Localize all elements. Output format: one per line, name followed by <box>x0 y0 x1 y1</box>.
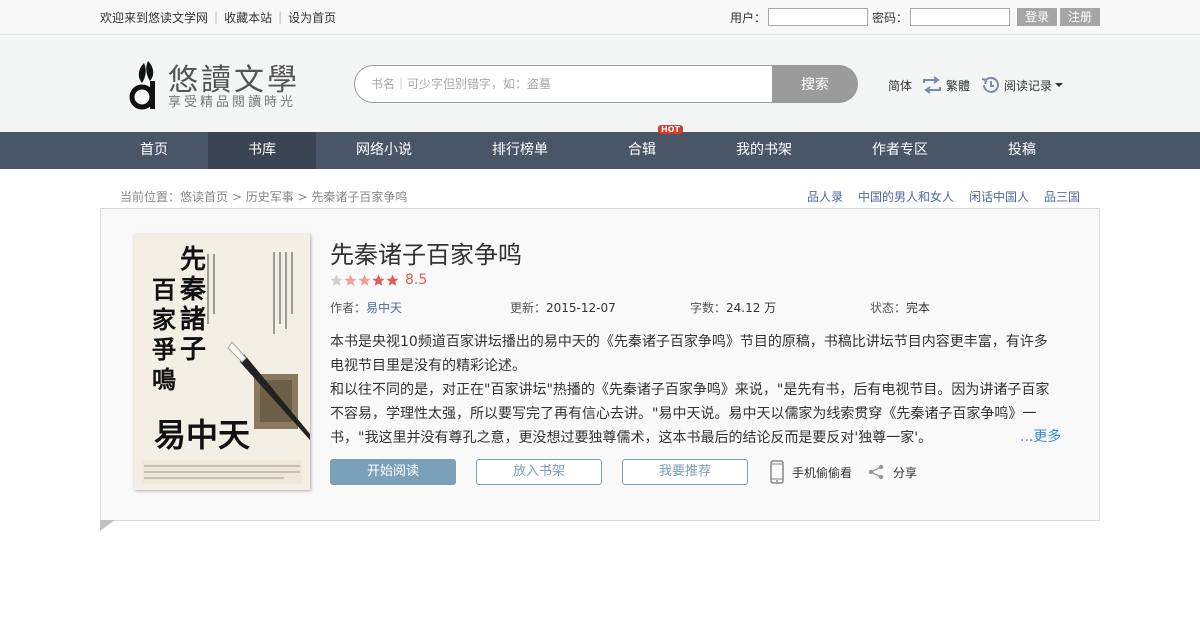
svg-text:家: 家 <box>152 305 176 334</box>
set-homepage-link[interactable]: 设为首页 <box>288 9 336 26</box>
breadcrumb-home[interactable]: 悠读首页 <box>180 190 228 204</box>
start-reading-button[interactable]: 开始阅读 <box>330 459 456 485</box>
svg-text:子: 子 <box>180 335 206 365</box>
book-intro: 本书是央视10频道百家讲坛播出的易中天的《先秦诸子百家争鸣》节目的原稿，书稿比讲… <box>330 330 1060 448</box>
related-book-link[interactable]: 品三国 <box>1044 188 1080 205</box>
svg-text:秦: 秦 <box>179 275 207 305</box>
book-actions: 开始阅读 放入书架 我要推荐 手机偷偷看 分享 <box>330 459 1090 485</box>
nav-author-zone[interactable]: 作者专区 <box>832 132 968 169</box>
traditional-toggle[interactable]: 繁體 <box>922 76 970 94</box>
share-icon <box>868 464 884 480</box>
top-links: 欢迎来到悠读文学网 | 收藏本站 | 设为首页 <box>100 9 337 26</box>
password-label: 密码： <box>871 10 908 25</box>
login-button[interactable]: 登录 <box>1016 8 1057 26</box>
panel-corner-fold <box>100 520 115 531</box>
related-book-link[interactable]: 品人录 <box>807 188 843 205</box>
svg-text:易中天: 易中天 <box>154 416 250 454</box>
add-to-shelf-button[interactable]: 放入书架 <box>476 459 602 485</box>
header: 悠讀文學 享受精品閱讀時光 搜索 简体 繁體 <box>0 35 1200 132</box>
meta-author: 作者：易中天 <box>330 301 403 315</box>
book-cover[interactable]: 先 秦 諸 百 家 爭 鳴 子 易中天 <box>134 234 310 490</box>
related-books: 品人录 中国的男人和女人 闲话中国人 品三国 <box>792 188 1080 205</box>
breadcrumb-category[interactable]: 历史军事 <box>246 190 294 204</box>
convert-icon <box>923 76 942 94</box>
rating-score: 8.5 <box>405 272 428 288</box>
nav-web-novels[interactable]: 网络小说 <box>316 132 452 169</box>
password-input[interactable] <box>909 8 1010 26</box>
meta-status: 状态：完本 <box>870 301 931 315</box>
nav-collections[interactable]: 合辑 <box>588 132 696 169</box>
nav-my-bookshelf[interactable]: 我的书架 <box>696 132 832 169</box>
history-label: 阅读记录 <box>1004 78 1053 93</box>
traditional-label: 繁體 <box>946 78 971 93</box>
author-link[interactable]: 易中天 <box>366 301 402 315</box>
breadcrumb-prefix: 当前位置： <box>120 190 181 204</box>
more-link[interactable]: ...更多 <box>1020 426 1062 446</box>
logo-mark-icon <box>129 61 155 110</box>
star-icon <box>330 274 343 286</box>
mobile-read-label: 手机偷偷看 <box>792 465 853 480</box>
register-button[interactable]: 注册 <box>1059 8 1100 26</box>
username-label: 用户： <box>729 10 766 25</box>
book-cover-art: 先 秦 諸 百 家 爭 鳴 子 易中天 <box>134 234 310 490</box>
star-icon <box>372 274 385 286</box>
meta-updated: 更新：2015-12-07 <box>510 301 616 315</box>
search-input[interactable] <box>354 65 772 103</box>
star-icon <box>358 274 371 286</box>
logo-slogan: 享受精品閱讀時光 <box>168 95 297 110</box>
mobile-read-link[interactable]: 手机偷偷看 <box>770 459 852 485</box>
phone-icon <box>770 460 784 484</box>
book-rating: 8.5 <box>330 272 427 288</box>
nav-home[interactable]: 首页 <box>100 132 208 169</box>
username-input[interactable] <box>767 8 868 26</box>
meta-words: 字数：24.12 万 <box>690 301 777 315</box>
nav-rankings[interactable]: 排行榜单 <box>452 132 588 169</box>
nav-library[interactable]: 书库 <box>208 132 316 169</box>
site-logo[interactable]: 悠讀文學 享受精品閱讀時光 <box>128 55 298 111</box>
svg-text:諸: 諸 <box>180 304 206 335</box>
svg-text:爭: 爭 <box>152 335 176 364</box>
star-icon <box>344 274 357 286</box>
login-form: 用户： 密码： 登录 注册 <box>730 8 1100 26</box>
reading-history-dropdown[interactable]: 阅读记录 <box>980 75 1064 95</box>
bookmark-site-link[interactable]: 收藏本站 <box>224 9 272 26</box>
related-book-link[interactable]: 闲话中国人 <box>969 188 1029 205</box>
star-icon <box>386 274 399 286</box>
top-bar: 欢迎来到悠读文学网 | 收藏本站 | 设为首页 用户： 密码： 登录 注册 <box>0 0 1200 35</box>
book-title: 先秦诸子百家争鸣 <box>330 241 522 269</box>
recommend-button[interactable]: 我要推荐 <box>622 459 748 485</box>
hot-badge: HOT <box>658 125 683 134</box>
breadcrumb: 当前位置：悠读首页 > 历史军事 > 先秦诸子百家争鸣 <box>120 190 408 204</box>
search-button[interactable]: 搜索 <box>772 65 858 103</box>
simplified-label: 简体 <box>888 78 913 93</box>
related-book-link[interactable]: 中国的男人和女人 <box>858 188 954 205</box>
nav-submit[interactable]: 投稿 <box>968 132 1076 169</box>
share-link[interactable]: 分享 <box>868 459 917 485</box>
svg-text:百: 百 <box>152 275 176 304</box>
welcome-text: 欢迎来到悠读文学网 <box>100 10 209 25</box>
svg-text:先: 先 <box>180 245 206 275</box>
caret-down-icon <box>1055 83 1064 87</box>
share-label: 分享 <box>893 465 918 480</box>
intro-paragraph: 和以往不同的是，对正在"百家讲坛"热播的《先秦诸子百家争鸣》来说，"是先有书，后… <box>330 382 1050 446</box>
search-bar: 搜索 <box>354 65 858 103</box>
header-tools: 简体 繁體 阅读记录 <box>888 75 1074 95</box>
svg-text:鳴: 鳴 <box>152 365 176 394</box>
simplified-toggle[interactable]: 简体 <box>888 77 912 94</box>
breadcrumb-current: 先秦诸子百家争鸣 <box>311 190 408 204</box>
history-clock-icon <box>981 76 1000 93</box>
main-nav: 首页 书库 网络小说 排行榜单 合辑 我的书架 作者专区 投稿 HOT <box>0 125 1200 169</box>
intro-paragraph: 本书是央视10频道百家讲坛播出的易中天的《先秦诸子百家争鸣》节目的原稿，书稿比讲… <box>330 334 1048 374</box>
